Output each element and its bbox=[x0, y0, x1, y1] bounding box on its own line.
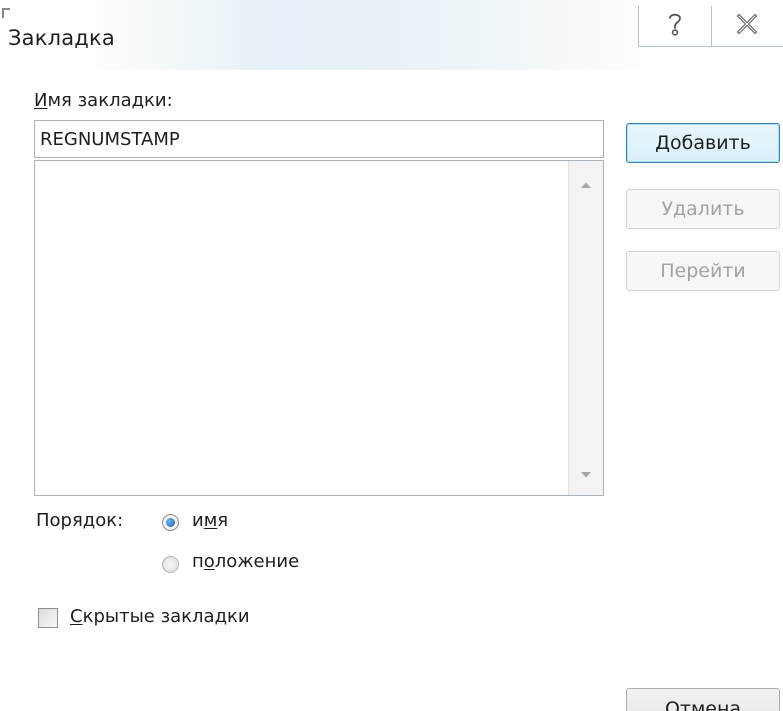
sort-by-position-radio[interactable] bbox=[162, 556, 179, 573]
sort-by-name-text-a: и bbox=[192, 510, 204, 531]
bookmark-name-label-accesskey: И bbox=[34, 90, 48, 111]
bookmark-list[interactable] bbox=[34, 160, 604, 496]
bookmark-name-input[interactable] bbox=[34, 120, 604, 158]
sort-by-position-text-b: ложение bbox=[214, 551, 300, 572]
hidden-bookmarks-accesskey: С bbox=[70, 606, 83, 627]
goto-button[interactable]: Перейти bbox=[626, 251, 780, 291]
bookmark-name-label: Имя закладки: bbox=[34, 90, 173, 111]
scroll-down-icon bbox=[581, 472, 591, 478]
help-button[interactable] bbox=[639, 6, 711, 46]
sort-by-position-text-a: п bbox=[192, 551, 204, 572]
sort-by-position-accesskey: о bbox=[203, 551, 215, 572]
add-button-accesskey: Д bbox=[655, 132, 671, 154]
sort-order-label: Порядок: bbox=[36, 510, 124, 531]
scroll-up-arrow[interactable] bbox=[569, 169, 603, 201]
window-corner-mark bbox=[2, 8, 10, 18]
bookmark-name-label-text: мя закладки: bbox=[47, 90, 173, 111]
close-icon bbox=[736, 13, 758, 38]
title-bar-buttons bbox=[638, 6, 783, 47]
add-button-label: обавить bbox=[670, 132, 751, 154]
sort-by-name-accesskey: м bbox=[203, 510, 218, 531]
hidden-bookmarks-label[interactable]: Скрытые закладки bbox=[70, 606, 250, 627]
help-icon bbox=[666, 11, 684, 41]
hidden-bookmarks-checkbox[interactable] bbox=[38, 608, 58, 628]
add-button[interactable]: Добавить bbox=[626, 123, 780, 163]
delete-button[interactable]: Удалить bbox=[626, 189, 780, 229]
close-button[interactable] bbox=[710, 6, 783, 46]
sort-by-name-radio[interactable] bbox=[162, 514, 179, 531]
scroll-down-arrow[interactable] bbox=[569, 459, 603, 491]
cancel-button[interactable]: Отмена bbox=[626, 688, 780, 711]
bookmark-dialog: Закладка Имя закладки: REGNUMSTAMP Д оба… bbox=[0, 0, 783, 711]
dialog-title: Закладка bbox=[8, 26, 115, 50]
scroll-up-icon bbox=[581, 182, 591, 188]
hidden-bookmarks-text: крытые закладки bbox=[82, 606, 250, 627]
sort-by-name-text-b: я bbox=[217, 510, 229, 531]
list-scrollbar[interactable] bbox=[568, 161, 603, 495]
sort-by-name-label[interactable]: имя bbox=[192, 510, 228, 531]
sort-by-position-label[interactable]: положение bbox=[192, 551, 299, 572]
